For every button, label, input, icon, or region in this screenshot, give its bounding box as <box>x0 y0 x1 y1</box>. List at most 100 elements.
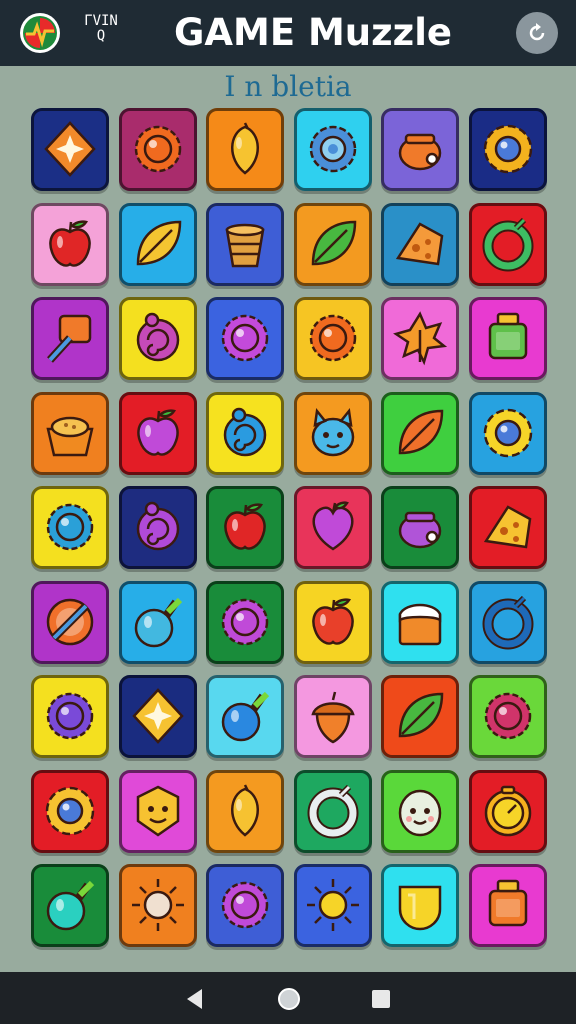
game-tile[interactable] <box>381 580 459 664</box>
cheese-icon <box>395 221 444 265</box>
game-tile[interactable] <box>118 297 197 380</box>
game-tile[interactable] <box>118 486 197 569</box>
header-label-line1: ΓVIN <box>84 13 118 29</box>
leaf-icon <box>136 220 181 265</box>
game-tile[interactable] <box>206 769 284 853</box>
game-tile[interactable] <box>31 486 109 569</box>
lemon-icon <box>231 783 259 837</box>
maple-leaf-icon <box>393 311 448 366</box>
sun-gem-icon <box>45 786 95 835</box>
cheese-icon <box>483 505 531 549</box>
page-title: GAME Muzzle <box>174 11 452 54</box>
star-gem-icon <box>44 121 96 177</box>
game-tile[interactable] <box>118 202 197 286</box>
game-tile[interactable] <box>206 297 284 380</box>
gear-icon <box>309 125 356 173</box>
sun-icon <box>306 879 359 931</box>
game-tile[interactable] <box>31 391 109 475</box>
game-tile[interactable] <box>206 486 284 569</box>
game-tile[interactable] <box>468 864 547 947</box>
home-icon[interactable] <box>276 986 302 1012</box>
game-tile[interactable] <box>381 864 459 947</box>
game-tile[interactable] <box>293 675 372 758</box>
gear-ball-icon <box>221 314 269 362</box>
game-tile[interactable] <box>31 108 109 191</box>
game-tile[interactable] <box>31 202 109 286</box>
game-tile[interactable] <box>118 108 197 191</box>
game-tile[interactable] <box>468 108 547 191</box>
game-tile[interactable] <box>206 108 284 191</box>
gear-ball-icon <box>221 881 269 929</box>
game-tile[interactable] <box>468 202 547 286</box>
bomb-icon <box>46 880 95 931</box>
recents-icon[interactable] <box>368 986 394 1012</box>
game-tile[interactable] <box>381 391 459 475</box>
game-tile[interactable] <box>381 769 459 853</box>
shield-icon <box>398 885 442 931</box>
game-tile[interactable] <box>31 675 109 758</box>
game-tile[interactable] <box>31 580 109 664</box>
jar-icon <box>488 879 527 927</box>
game-tile[interactable] <box>118 391 197 475</box>
game-tile[interactable] <box>468 675 547 758</box>
game-tile[interactable] <box>381 486 459 569</box>
heart-icon <box>311 501 354 551</box>
sun-gem-icon <box>483 124 532 174</box>
game-tile[interactable] <box>468 486 547 569</box>
gear-ball-icon <box>309 314 356 362</box>
game-tile[interactable] <box>468 769 547 853</box>
bomb-icon <box>134 597 182 647</box>
clock-icon <box>484 785 531 836</box>
game-tile[interactable] <box>31 769 109 853</box>
game-tile[interactable] <box>293 108 372 191</box>
game-tile[interactable] <box>293 391 372 475</box>
game-tile[interactable] <box>468 391 547 475</box>
game-tile[interactable] <box>468 297 547 380</box>
game-tile[interactable] <box>118 580 197 664</box>
header-small-label: ΓVIN Q <box>76 14 126 44</box>
pot-icon <box>398 133 442 171</box>
gear-ball-icon <box>46 503 94 551</box>
game-tile[interactable] <box>381 297 459 380</box>
game-tile[interactable] <box>31 297 109 380</box>
apple-icon <box>49 219 91 267</box>
apple-icon <box>136 408 179 456</box>
game-tile[interactable] <box>118 769 197 853</box>
gear-ball-icon <box>221 598 269 645</box>
bomb-icon <box>221 691 270 742</box>
game-tile[interactable] <box>381 202 459 286</box>
swirl-icon <box>223 407 267 456</box>
game-tile[interactable] <box>293 769 372 853</box>
game-tile[interactable] <box>206 675 284 758</box>
game-tile[interactable] <box>381 675 459 758</box>
lemon-icon <box>231 122 259 175</box>
game-tile[interactable] <box>118 864 197 947</box>
game-tile[interactable] <box>381 108 459 191</box>
game-tile[interactable] <box>118 675 197 758</box>
app-logo-icon[interactable] <box>18 11 62 55</box>
game-tile[interactable] <box>468 580 547 664</box>
navigation-bar <box>0 972 576 1024</box>
game-tile[interactable] <box>293 864 372 947</box>
back-icon[interactable] <box>182 986 208 1012</box>
refresh-button[interactable] <box>516 12 558 54</box>
gear-ball-icon <box>484 692 531 740</box>
egg-face-icon <box>398 789 442 836</box>
game-tile[interactable] <box>293 580 372 664</box>
leaf-icon <box>398 409 444 454</box>
jar-icon <box>488 312 527 360</box>
game-tile[interactable] <box>293 297 372 380</box>
no-entry-icon <box>46 598 94 645</box>
game-tile[interactable] <box>206 391 284 475</box>
game-tile[interactable] <box>206 864 284 947</box>
game-tile[interactable] <box>31 864 109 947</box>
game-tile[interactable] <box>293 486 372 569</box>
apple-icon <box>311 597 354 645</box>
game-tile[interactable] <box>206 202 284 286</box>
game-tile[interactable] <box>206 580 284 664</box>
game-tile[interactable] <box>293 202 372 286</box>
refresh-icon <box>529 23 545 41</box>
pot-icon <box>398 511 442 549</box>
sun-gem-icon <box>483 408 532 457</box>
creature-icon <box>311 407 354 456</box>
